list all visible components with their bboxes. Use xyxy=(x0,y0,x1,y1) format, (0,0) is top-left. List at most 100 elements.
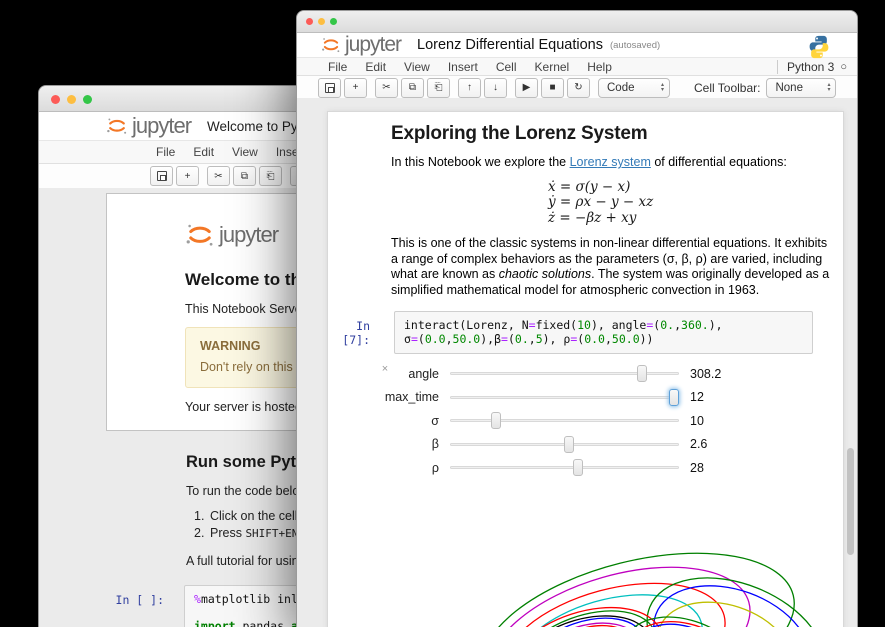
close-button[interactable] xyxy=(306,18,313,25)
slider-row-max_time: max_time 12 xyxy=(328,386,843,410)
menu-edit[interactable]: Edit xyxy=(356,60,395,74)
slider-value: 12 xyxy=(690,390,704,404)
menu-insert[interactable]: Insert xyxy=(439,60,487,74)
menu-view[interactable]: View xyxy=(395,60,439,74)
slider-track[interactable] xyxy=(450,459,679,476)
save-button[interactable] xyxy=(318,78,341,98)
front-window: jupyter Lorenz Differential Equations (a… xyxy=(296,10,858,627)
code-line: σ=(0.0,50.0),β=(0.,5), ρ=(0.0,50.0)) xyxy=(404,333,803,347)
menu-kernel[interactable]: Kernel xyxy=(526,60,579,74)
cut-button[interactable]: ✂ xyxy=(207,166,230,186)
trajectory xyxy=(617,605,748,627)
restart-button[interactable]: ↻ xyxy=(567,78,590,98)
minimize-button[interactable] xyxy=(318,18,325,25)
zoom-button[interactable] xyxy=(83,95,92,104)
paste-button[interactable]: ⎗ xyxy=(427,78,450,98)
jupyter-wordmark: jupyter xyxy=(132,113,191,139)
minimize-button[interactable] xyxy=(67,95,76,104)
slider-label: ρ xyxy=(328,461,445,475)
move-up-button[interactable]: ↑ xyxy=(458,78,481,98)
run-button[interactable]: ▶ xyxy=(515,78,538,98)
menu-view[interactable]: View xyxy=(223,145,267,159)
stop-button[interactable]: ■ xyxy=(541,78,564,98)
widget-close-icon[interactable]: × xyxy=(378,362,392,376)
slider-track[interactable] xyxy=(450,412,679,429)
front-toolbar: +✂⧉⎗↑↓▶■↻Code▴▾Cell Toolbar:None▴▾ xyxy=(297,76,857,99)
traffic-lights xyxy=(51,95,92,104)
slider-handle[interactable] xyxy=(491,412,501,429)
slider-handle[interactable] xyxy=(637,365,647,382)
trajectory xyxy=(628,553,844,627)
equation-zdot: ż = −βz + xy xyxy=(548,211,673,227)
scrollbar-thumb[interactable] xyxy=(847,448,854,555)
cell-prompt: In [7]: xyxy=(328,311,394,347)
slider-value: 2.6 xyxy=(690,437,707,451)
slider-handle[interactable] xyxy=(564,436,574,453)
slider-value: 28 xyxy=(690,461,704,475)
front-notebook-header: jupyter Lorenz Differential Equations (a… xyxy=(297,33,857,57)
trajectory xyxy=(501,575,714,627)
jupyter-logo[interactable]: jupyter xyxy=(106,113,191,139)
move-up-icon: ↑ xyxy=(467,82,472,93)
slider-stack: angle308.2max_time12σ10β2.6ρ28 xyxy=(328,362,843,480)
jupyter-icon xyxy=(321,35,341,55)
slider-track[interactable] xyxy=(450,365,679,382)
cell-toolbar-select-value: None xyxy=(775,82,803,94)
notebook-title[interactable]: Lorenz Differential Equations xyxy=(417,37,603,53)
desktop: { "back_window": { "logo_text": "jupyter… xyxy=(0,0,885,627)
slider-row-ρ: ρ 28 xyxy=(328,456,843,480)
slider-track[interactable] xyxy=(450,436,679,453)
cell-prompt: In [ ]: xyxy=(39,585,184,607)
equation-xdot: ẋ = σ(y − x) xyxy=(548,180,673,196)
copy-icon: ⧉ xyxy=(409,82,416,93)
restart-icon: ↻ xyxy=(574,82,582,93)
slider-handle[interactable] xyxy=(669,389,679,406)
equation-ydot: ẏ = ρx − y − xz xyxy=(548,195,673,211)
save-button[interactable] xyxy=(150,166,173,186)
cell-toolbar-label: Cell Toolbar: xyxy=(694,81,760,95)
move-down-button[interactable]: ↓ xyxy=(484,78,507,98)
stepper-icon: ▴▾ xyxy=(661,83,664,92)
interact-code-cell[interactable]: In [7]: interact(Lorenz, N=fixed(10), an… xyxy=(328,311,843,354)
trajectory xyxy=(489,561,738,627)
menu-edit[interactable]: Edit xyxy=(184,145,223,159)
jupyter-icon xyxy=(185,220,215,250)
intro-paragraph: In this Notebook we explore the Lorenz s… xyxy=(391,155,830,171)
slider-track[interactable] xyxy=(450,389,679,406)
menu-cell[interactable]: Cell xyxy=(487,60,526,74)
kernel-idle-icon: ○ xyxy=(840,61,847,73)
lorenz-attractor-plot xyxy=(448,542,858,627)
notebook-page: Exploring the Lorenz System In this Note… xyxy=(327,111,844,627)
code-input[interactable]: interact(Lorenz, N=fixed(10), angle=(0.,… xyxy=(394,311,813,354)
notebook-title[interactable]: Welcome to Py xyxy=(207,119,298,134)
autosave-status: (autosaved) xyxy=(610,40,660,51)
front-titlebar[interactable] xyxy=(297,11,857,33)
copy-icon: ⧉ xyxy=(241,171,248,182)
copy-button[interactable]: ⧉ xyxy=(233,166,256,186)
jupyter-icon xyxy=(106,115,128,137)
body-paragraph: This is one of the classic systems in no… xyxy=(391,236,830,298)
cell-type-select[interactable]: Code▴▾ xyxy=(598,78,670,98)
slider-label: max_time xyxy=(328,390,445,404)
slider-row-σ: σ10 xyxy=(328,409,843,433)
traffic-lights xyxy=(306,18,337,25)
cell-toolbar-select[interactable]: None▴▾ xyxy=(766,78,836,98)
menu-help[interactable]: Help xyxy=(578,60,621,74)
menu-file[interactable]: File xyxy=(147,145,184,159)
zoom-button[interactable] xyxy=(330,18,337,25)
equations-block: ẋ = σ(y − x) ẏ = ρx − y − xz ż = −βz + x… xyxy=(548,180,673,227)
front-menubar: File Edit View Insert Cell Kernel Help P… xyxy=(297,57,857,76)
jupyter-logo[interactable]: jupyter xyxy=(321,33,401,57)
menu-file[interactable]: File xyxy=(319,60,356,74)
close-button[interactable] xyxy=(51,95,60,104)
lorenz-system-link[interactable]: Lorenz system xyxy=(570,155,651,169)
paste-button[interactable]: ⎗ xyxy=(259,166,282,186)
copy-button[interactable]: ⧉ xyxy=(401,78,424,98)
add-cell-icon: + xyxy=(185,171,191,182)
add-cell-button[interactable]: + xyxy=(344,78,367,98)
slider-handle[interactable] xyxy=(573,459,583,476)
slider-label: β xyxy=(328,437,445,451)
cut-button[interactable]: ✂ xyxy=(375,78,398,98)
add-cell-button[interactable]: + xyxy=(176,166,199,186)
jupyter-wordmark: jupyter xyxy=(219,222,278,248)
